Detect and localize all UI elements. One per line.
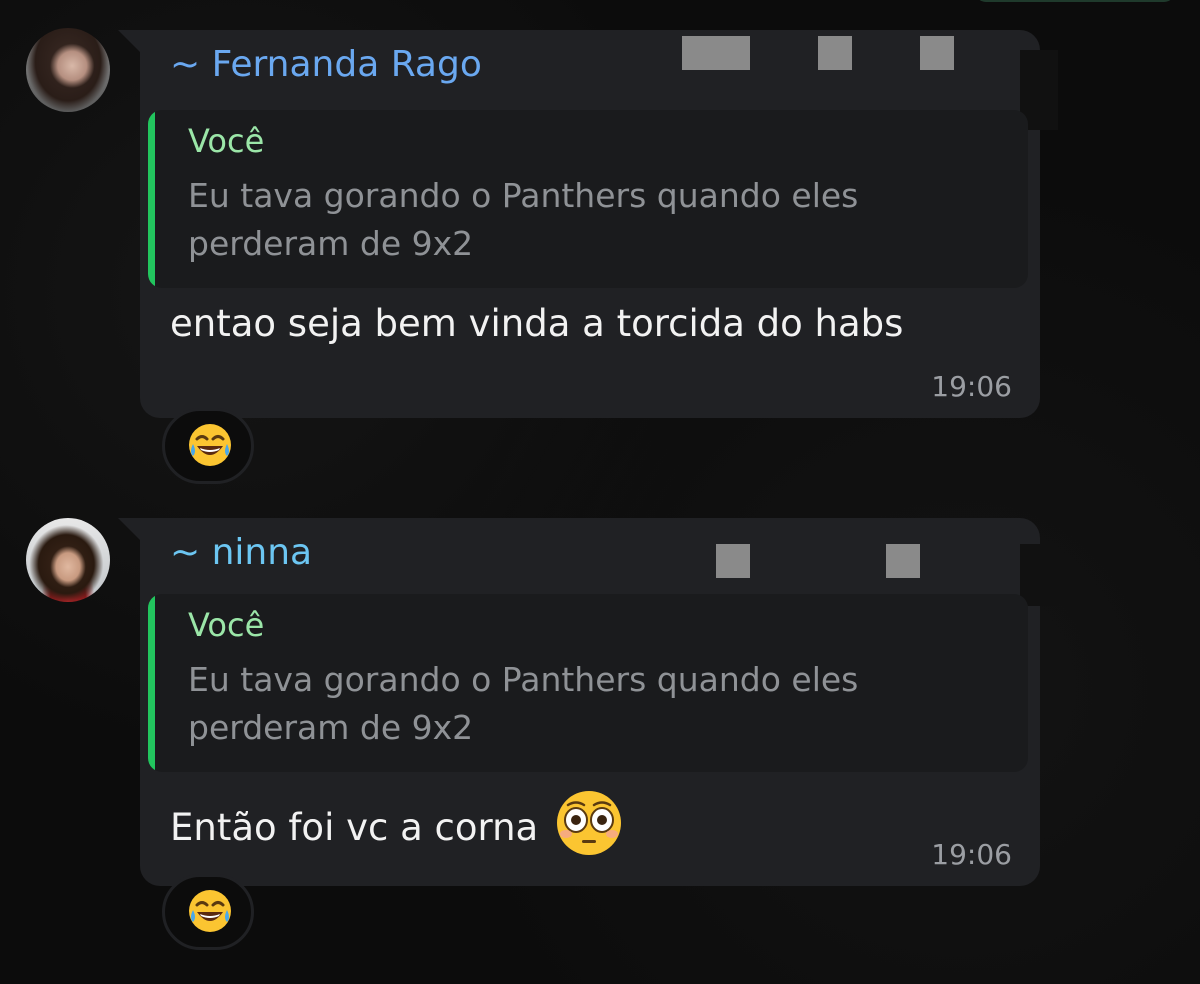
sender-name[interactable]: ~ Fernanda Rago (170, 44, 482, 85)
reply-quote[interactable]: Você Eu tava gorando o Panthers quando e… (148, 594, 1028, 772)
joy-emoji-icon (189, 424, 231, 466)
flushed-emoji-icon (556, 791, 621, 855)
redacted-block (682, 36, 750, 70)
message-text-content: entao seja bem vinda a torcida do habs (170, 302, 904, 345)
message-bubble[interactable]: ~ Fernanda Rago Você Eu tava gorando o P… (118, 30, 1058, 418)
quote-author: Você (188, 122, 265, 160)
chat-view: ~ Fernanda Rago Você Eu tava gorando o P… (0, 0, 1200, 984)
message-time: 19:06 (931, 838, 1012, 871)
message-text-content: Então foi vc a corna (170, 806, 539, 849)
avatar[interactable] (26, 28, 110, 112)
message-text: entao seja bem vinda a torcida do habs (170, 302, 903, 345)
redacted-block (1020, 544, 1058, 606)
bubble-tail (118, 518, 140, 540)
redacted-block (716, 544, 750, 578)
joy-emoji-icon (189, 890, 231, 932)
quote-text: Eu tava gorando o Panthers quando eles p… (188, 660, 859, 747)
reply-quote[interactable]: Você Eu tava gorando o Panthers quando e… (148, 110, 1028, 288)
avatar[interactable] (26, 518, 110, 602)
previous-message-edge (975, 0, 1175, 2)
quote-author: Você (188, 606, 265, 644)
redacted-block (818, 36, 852, 70)
message-bubble[interactable]: ~ ninna Você Eu tava gorando o Panthers … (118, 518, 1058, 886)
message-time: 19:06 (931, 370, 1012, 403)
quote-bar (148, 594, 155, 772)
redacted-block (920, 36, 954, 70)
reaction-badge[interactable] (162, 874, 254, 950)
reaction-badge[interactable] (162, 408, 254, 484)
quote-text: Eu tava gorando o Panthers quando eles p… (188, 176, 859, 263)
message-text: Então foi vc a corna (170, 788, 624, 858)
bubble-tail (118, 30, 140, 52)
quote-bar (148, 110, 155, 288)
redacted-block (886, 544, 920, 578)
sender-name[interactable]: ~ ninna (170, 532, 312, 573)
